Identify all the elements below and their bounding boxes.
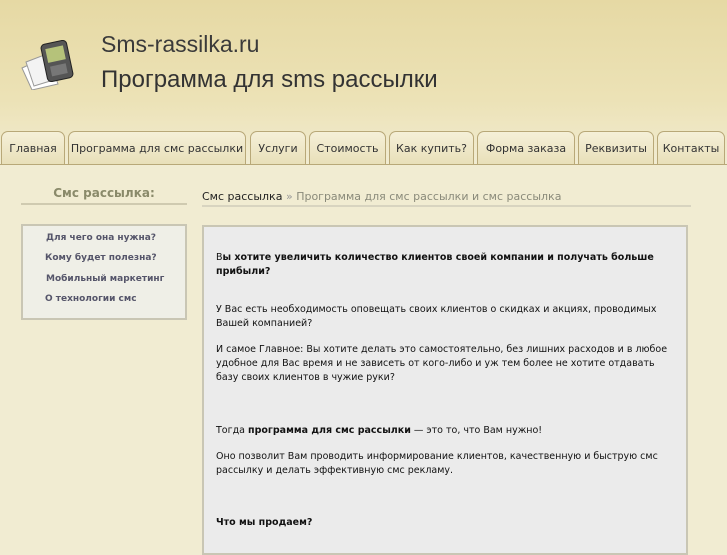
tab-requisites[interactable]: Реквизиты	[578, 131, 654, 165]
tab-services[interactable]: Услуги	[250, 131, 306, 165]
sms-phone-logo-icon[interactable]	[18, 40, 82, 90]
sidebar-item-mobile-marketing[interactable]: Мобильный маркетинг	[23, 274, 208, 284]
site-tagline: Программа для sms рассылки	[101, 66, 438, 93]
site-header: Sms-rassilka.ru Программа для sms рассыл…	[0, 0, 727, 165]
site-name[interactable]: Sms-rassilka.ru	[101, 31, 259, 58]
intro-question-text: ы хотите увеличить количество клиентов с…	[216, 252, 654, 277]
tab-how-to-buy[interactable]: Как купить?	[389, 131, 474, 165]
sidebar-item-purpose[interactable]: Для чего она нужна?	[23, 233, 208, 243]
solution-pre: Тогда	[216, 425, 249, 436]
sidebar-title-divider	[21, 203, 187, 205]
intro-question: Вы хотите увеличить количество клиентов …	[216, 251, 678, 279]
what-we-sell-heading: Что мы продаем?	[216, 517, 313, 528]
breadcrumb-home-link[interactable]: Смс рассылка	[202, 190, 282, 203]
sidebar-item-audience[interactable]: Кому будет полезна?	[23, 253, 207, 263]
solution-keyword: программа для смс рассылки	[248, 425, 411, 436]
breadcrumb-separator: »	[282, 190, 297, 203]
breadcrumb: Смс рассылка » Программа для смс рассылк…	[202, 190, 561, 203]
tab-order-form[interactable]: Форма заказа	[477, 131, 575, 165]
tab-contacts[interactable]: Контакты	[657, 131, 725, 165]
breadcrumb-divider	[202, 205, 691, 207]
breadcrumb-current: Программа для смс рассылки и смс рассылк…	[296, 190, 562, 203]
notify-question: У Вас есть необходимость оповещать своих…	[216, 304, 657, 329]
tab-pricing[interactable]: Стоимость	[309, 131, 386, 165]
article-content: Вы хотите увеличить количество клиентов …	[202, 225, 688, 555]
sidebar-title: Смс рассылка:	[53, 186, 155, 200]
independence-question: И самое Главное: Вы хотите делать это са…	[216, 344, 668, 383]
sidebar-menu: Для чего она нужна? Кому будет полезна? …	[21, 224, 187, 320]
tab-home[interactable]: Главная	[1, 131, 65, 165]
solution-post: — это то, что Вам нужно!	[410, 425, 543, 436]
solution-statement: Тогда программа для смс рассылки — это т…	[216, 424, 678, 438]
nav-divider	[0, 164, 727, 165]
tab-sms-program[interactable]: Программа для смс рассылки	[68, 131, 246, 165]
main-nav: Главная Программа для смс рассылки Услуг…	[0, 131, 727, 165]
sidebar-item-sms-technology[interactable]: О технологии смс	[23, 294, 207, 304]
benefits-paragraph: Оно позволит Вам проводить информировани…	[216, 451, 658, 476]
